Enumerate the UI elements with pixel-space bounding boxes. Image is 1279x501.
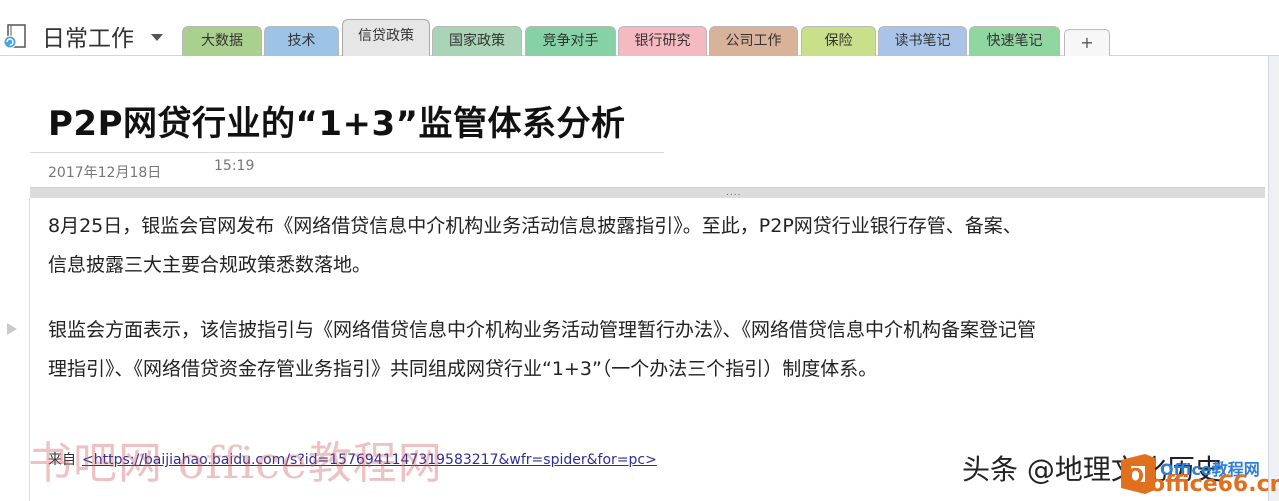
chevron-down-icon[interactable]: [151, 34, 163, 41]
section-tab[interactable]: 读书笔记: [878, 26, 967, 56]
page-date: 2017年12月18日: [48, 165, 162, 181]
brand-domain: office66.cn: [1150, 472, 1279, 497]
section-tab[interactable]: 公司工作: [709, 26, 798, 56]
paragraph[interactable]: 银监会方面表示，该信披指引与《网络借贷信息中介机构业务活动管理暂行办法》、《网络…: [48, 311, 1038, 389]
section-tab[interactable]: 技术: [264, 26, 339, 56]
drag-grip-icon[interactable]: ....: [726, 188, 741, 198]
add-section-button[interactable]: +: [1064, 29, 1110, 56]
notebook-header: 日常工作 大数据 技术 信贷政策 国家政策 竞争对手 银行研究 公司工作 保险 读书笔记 快速笔记…: [0, 0, 1279, 56]
section-tab[interactable]: 大数据: [182, 26, 262, 56]
section-tab[interactable]: 竞争对手: [525, 26, 616, 56]
paragraph-handle-icon[interactable]: [7, 323, 17, 335]
section-tab[interactable]: 保险: [801, 26, 876, 56]
vertical-scrollbar[interactable]: [1268, 56, 1279, 501]
page-time: 15:19: [214, 158, 255, 174]
section-tab[interactable]: 国家政策: [432, 26, 522, 56]
logo-letter: O: [1127, 464, 1144, 488]
title-divider: [30, 152, 664, 153]
paragraph[interactable]: 8月25日，银监会官网发布《网络借贷信息中介机构业务活动信息披露指引》。至此，P…: [48, 207, 1038, 285]
notebook-title[interactable]: 日常工作: [42, 19, 134, 53]
notebook-icon[interactable]: [3, 24, 31, 50]
section-tab[interactable]: 信贷政策: [342, 19, 430, 56]
page-title[interactable]: P2P网贷行业的“1+3”监管体系分析: [48, 96, 626, 145]
section-tab[interactable]: 银行研究: [618, 26, 707, 56]
site-watermark: 书吧网 office教程网: [28, 438, 443, 489]
note-container-handle[interactable]: [30, 187, 1265, 198]
section-tab[interactable]: 快速笔记: [969, 26, 1060, 56]
